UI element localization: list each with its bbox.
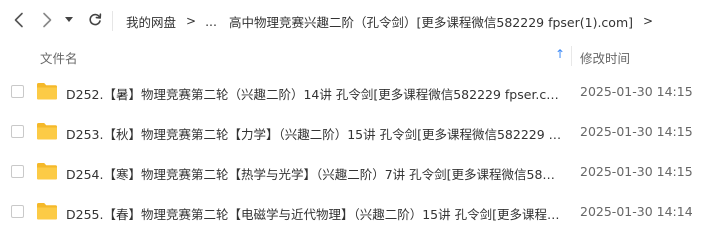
file-row[interactable]: D254.【寒】物理竞赛第二轮【热学与光学】（兴趣二阶）7讲 孔令剑[更多课程微… bbox=[0, 152, 720, 192]
file-row[interactable]: D253.【秋】物理竞赛第二轮【力学】（兴趣二阶）15讲 孔令剑[更多课程微信5… bbox=[0, 112, 720, 152]
row-checkbox[interactable] bbox=[11, 85, 24, 98]
column-header-modified-time[interactable]: 修改时间 bbox=[580, 48, 630, 67]
breadcrumb-root[interactable]: 我的网盘 bbox=[126, 12, 176, 31]
column-header-name[interactable]: 文件名 bbox=[40, 48, 78, 67]
column-divider[interactable] bbox=[571, 46, 572, 66]
file-list: D252.【暑】物理竞赛第二轮（兴趣二阶）14讲 孔令剑[更多课程微信58222… bbox=[0, 72, 720, 232]
navigation-bar: 我的网盘 > ... 高中物理竞赛兴趣二阶（孔令剑）[更多课程微信582229 … bbox=[0, 0, 720, 42]
breadcrumb-chevron-icon: > bbox=[186, 14, 197, 28]
file-modified-time: 2025-01-30 14:15 bbox=[580, 84, 693, 99]
file-browser: 我的网盘 > ... 高中物理竞赛兴趣二阶（孔令剑）[更多课程微信582229 … bbox=[0, 0, 720, 246]
breadcrumb: 我的网盘 > ... 高中物理竞赛兴趣二阶（孔令剑）[更多课程微信582229 … bbox=[126, 0, 662, 42]
file-row[interactable]: D255.【春】物理竞赛第二轮【电磁学与近代物理】（兴趣二阶）15讲 孔令剑[更… bbox=[0, 192, 720, 232]
file-modified-time: 2025-01-30 14:15 bbox=[580, 124, 693, 139]
file-row[interactable]: D252.【暑】物理竞赛第二轮（兴趣二阶）14讲 孔令剑[更多课程微信58222… bbox=[0, 72, 720, 112]
folder-icon bbox=[37, 163, 57, 180]
toolbar-divider bbox=[112, 11, 113, 31]
file-name[interactable]: D254.【寒】物理竞赛第二轮【热学与光学】（兴趣二阶）7讲 孔令剑[更多课程微… bbox=[66, 164, 562, 183]
row-checkbox[interactable] bbox=[11, 165, 24, 178]
folder-icon bbox=[37, 203, 57, 220]
file-name[interactable]: D253.【秋】物理竞赛第二轮【力学】（兴趣二阶）15讲 孔令剑[更多课程微信5… bbox=[66, 124, 562, 143]
folder-icon bbox=[37, 123, 57, 140]
history-dropdown-button[interactable] bbox=[62, 9, 76, 31]
row-checkbox[interactable] bbox=[11, 125, 24, 138]
file-name[interactable]: D255.【春】物理竞赛第二轮【电磁学与近代物理】（兴趣二阶）15讲 孔令剑[更… bbox=[66, 204, 562, 223]
folder-icon bbox=[37, 83, 57, 100]
caret-down-icon bbox=[65, 17, 73, 22]
refresh-button[interactable] bbox=[84, 9, 106, 31]
column-header: 文件名 ↑ 修改时间 bbox=[0, 42, 720, 70]
breadcrumb-expand-chevron-icon[interactable]: > bbox=[643, 14, 653, 28]
file-modified-time: 2025-01-30 14:14 bbox=[580, 204, 693, 219]
breadcrumb-ellipsis[interactable]: ... bbox=[205, 14, 217, 29]
row-checkbox[interactable] bbox=[11, 205, 24, 218]
chevron-right-icon bbox=[43, 12, 52, 28]
forward-button[interactable] bbox=[36, 9, 58, 31]
back-button[interactable] bbox=[8, 9, 30, 31]
file-modified-time: 2025-01-30 14:15 bbox=[580, 164, 693, 179]
chevron-left-icon bbox=[14, 12, 23, 28]
file-name[interactable]: D252.【暑】物理竞赛第二轮（兴趣二阶）14讲 孔令剑[更多课程微信58222… bbox=[66, 84, 562, 103]
sort-ascending-icon[interactable]: ↑ bbox=[555, 47, 565, 61]
refresh-icon bbox=[89, 13, 102, 26]
breadcrumb-current-folder: 高中物理竞赛兴趣二阶（孔令剑）[更多课程微信582229 fpser(1).co… bbox=[229, 14, 633, 30]
